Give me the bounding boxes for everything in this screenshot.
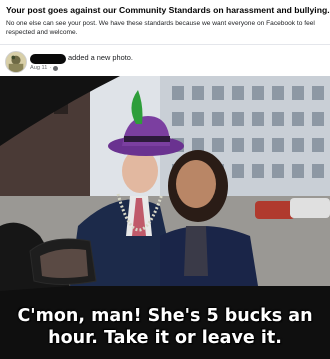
- caption-line-2: hour. Take it or leave it.: [48, 328, 282, 348]
- redacted-author-name: [30, 54, 66, 64]
- post-action-text: added a new photo.: [68, 53, 133, 62]
- post-meta: Aug 11 ·: [30, 65, 59, 71]
- notice-title: Your post goes against our Community Sta…: [6, 5, 330, 15]
- notice-body: No one else can see your post. We have t…: [6, 20, 315, 36]
- caption-line-1: C'mon, man! She's 5 bucks an: [17, 306, 313, 326]
- meta-separator: ·: [49, 65, 52, 71]
- post-photo[interactable]: C'mon, man! She's 5 bucks an hour. Take …: [0, 76, 330, 359]
- post-header: added a new photo. Aug 11 ·: [0, 44, 330, 76]
- meme-caption: C'mon, man! She's 5 bucks an hour. Take …: [0, 305, 330, 349]
- avatar[interactable]: [5, 51, 27, 73]
- policy-notice: Your post goes against our Community Sta…: [0, 0, 330, 44]
- globe-icon: [53, 65, 59, 71]
- post-date[interactable]: Aug 11: [30, 65, 47, 71]
